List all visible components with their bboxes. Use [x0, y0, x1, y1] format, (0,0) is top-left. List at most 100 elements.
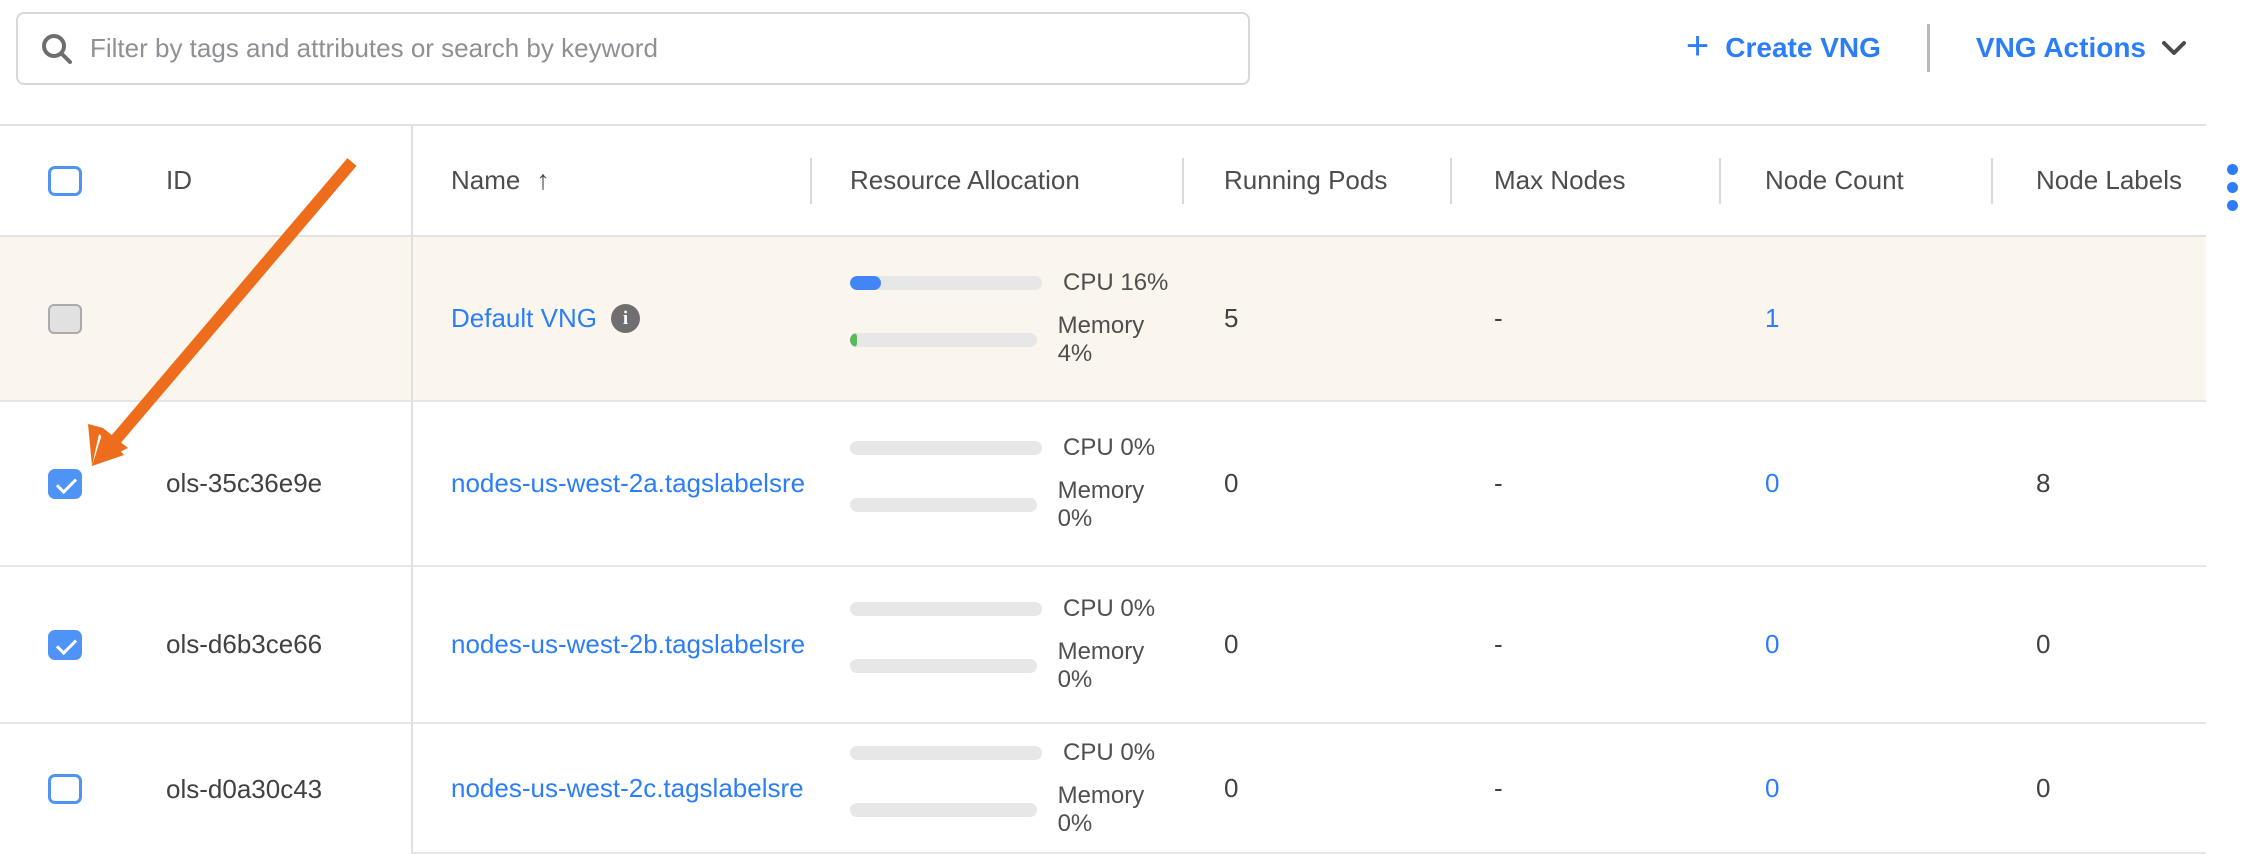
table-header-row: ID Name ↑ Resource Allocation Running Po…: [0, 124, 2258, 237]
row-checkbox[interactable]: [48, 304, 82, 334]
kebab-menu-icon[interactable]: [2227, 164, 2238, 211]
row-select-cell: [0, 402, 130, 567]
vng-id: ols-35c36e9e: [166, 468, 322, 499]
table-row: ols-d0a30c43 nodes-us-west-2c.tagslabels…: [0, 724, 2258, 854]
info-icon[interactable]: i: [611, 304, 640, 333]
row-node-count-cell: 0: [1719, 402, 1991, 567]
row-running-pods-cell: 0: [1182, 567, 1450, 724]
row-node-labels-cell: 0: [1991, 724, 2206, 854]
row-select-cell: [0, 567, 130, 724]
memory-label: Memory 0%: [1058, 477, 1182, 533]
table-row: ols-d6b3ce66 nodes-us-west-2b.tagslabels…: [0, 567, 2258, 724]
column-header-node-count[interactable]: Node Count: [1719, 124, 1991, 237]
memory-progress-bar: [850, 333, 1037, 347]
search-icon: [40, 32, 74, 66]
row-node-labels-cell: 0: [1991, 567, 2206, 724]
row-resource-cell: CPU 0% Memory 0%: [810, 402, 1182, 567]
column-header-max-nodes[interactable]: Max Nodes: [1450, 124, 1719, 237]
row-checkbox[interactable]: [48, 469, 82, 499]
vng-name-link[interactable]: nodes-us-west-2c.tagslabelsre: [451, 773, 804, 804]
select-all-cell: [0, 124, 130, 237]
row-select-cell: [0, 724, 130, 854]
memory-label: Memory 0%: [1058, 782, 1182, 838]
row-node-count-cell: 1: [1719, 237, 1991, 402]
column-header-id[interactable]: ID: [130, 124, 411, 237]
vng-id: ols-d6b3ce66: [166, 629, 322, 660]
column-header-name[interactable]: Name ↑: [411, 124, 810, 237]
running-pods-value: 0: [1224, 773, 1238, 804]
cpu-label: CPU 0%: [1063, 434, 1155, 462]
cpu-progress-bar: [850, 276, 1042, 290]
row-checkbox[interactable]: [48, 630, 82, 660]
row-select-cell: [0, 237, 130, 402]
cpu-label: CPU 0%: [1063, 595, 1155, 623]
row-id-cell: ols-d6b3ce66: [130, 567, 411, 724]
row-max-nodes-cell: -: [1450, 724, 1719, 854]
row-running-pods-cell: 0: [1182, 402, 1450, 567]
sort-ascending-icon[interactable]: ↑: [536, 165, 550, 196]
select-all-checkbox[interactable]: [48, 166, 82, 196]
memory-progress-bar: [850, 803, 1037, 817]
create-vng-button[interactable]: + Create VNG: [1686, 28, 1881, 68]
row-node-labels-cell: 8: [1991, 402, 2206, 567]
memory-label: Memory 0%: [1058, 638, 1182, 694]
node-count-link[interactable]: 1: [1765, 303, 1779, 334]
toolbar-divider: [1927, 24, 1930, 72]
row-kebab-spacer: [2206, 567, 2258, 724]
max-nodes-value: -: [1494, 303, 1503, 334]
search-box[interactable]: [16, 12, 1250, 85]
row-kebab-spacer: [2206, 237, 2258, 402]
row-id-cell: ols-35c36e9e: [130, 402, 411, 567]
row-kebab-spacer: [2206, 724, 2258, 854]
memory-label: Memory 4%: [1058, 312, 1182, 368]
row-node-labels-cell: [1991, 237, 2206, 402]
max-nodes-value: -: [1494, 468, 1503, 499]
max-nodes-value: -: [1494, 629, 1503, 660]
row-resource-cell: CPU 0% Memory 0%: [810, 567, 1182, 724]
row-max-nodes-cell: -: [1450, 402, 1719, 567]
node-count-link[interactable]: 0: [1765, 773, 1779, 804]
table-row: ols-35c36e9e nodes-us-west-2a.tagslabels…: [0, 402, 2258, 567]
cpu-label: CPU 0%: [1063, 739, 1155, 767]
vng-table: ID Name ↑ Resource Allocation Running Po…: [0, 124, 2258, 854]
search-input[interactable]: [90, 33, 1248, 64]
column-header-running-pods[interactable]: Running Pods: [1182, 124, 1450, 237]
node-labels-value: 0: [2036, 773, 2050, 804]
max-nodes-value: -: [1494, 773, 1503, 804]
vng-name-link[interactable]: Default VNG: [451, 303, 597, 334]
vng-name-link[interactable]: nodes-us-west-2a.tagslabelsre: [451, 468, 805, 499]
table-row: Default VNG i CPU 16% Memory 4% 5 - 1: [0, 237, 2258, 402]
vng-name-link[interactable]: nodes-us-west-2b.tagslabelsre: [451, 629, 805, 660]
row-name-cell: nodes-us-west-2a.tagslabelsre: [411, 402, 810, 567]
column-options-cell: [2206, 124, 2258, 237]
node-count-link[interactable]: 0: [1765, 629, 1779, 660]
chevron-down-icon: [2162, 41, 2186, 56]
row-id-cell: [130, 237, 411, 402]
running-pods-value: 5: [1224, 303, 1238, 334]
row-id-cell: ols-d0a30c43: [130, 724, 411, 854]
row-max-nodes-cell: -: [1450, 237, 1719, 402]
row-running-pods-cell: 0: [1182, 724, 1450, 854]
row-max-nodes-cell: -: [1450, 567, 1719, 724]
row-checkbox[interactable]: [48, 774, 82, 804]
vng-id: ols-d0a30c43: [166, 774, 322, 805]
running-pods-value: 0: [1224, 468, 1238, 499]
vng-actions-button[interactable]: VNG Actions: [1976, 32, 2186, 64]
row-kebab-spacer: [2206, 402, 2258, 567]
plus-icon: +: [1686, 26, 1709, 66]
running-pods-value: 0: [1224, 629, 1238, 660]
row-name-cell: nodes-us-west-2b.tagslabelsre: [411, 567, 810, 724]
node-labels-value: 0: [2036, 629, 2050, 660]
create-vng-label: Create VNG: [1725, 32, 1881, 64]
toolbar: + Create VNG VNG Actions: [0, 0, 2258, 124]
node-count-link[interactable]: 0: [1765, 468, 1779, 499]
row-node-count-cell: 0: [1719, 724, 1991, 854]
row-node-count-cell: 0: [1719, 567, 1991, 724]
cpu-progress-bar: [850, 602, 1042, 616]
row-resource-cell: CPU 0% Memory 0%: [810, 724, 1182, 854]
node-labels-value: 8: [2036, 468, 2050, 499]
row-name-cell: nodes-us-west-2c.tagslabelsre: [411, 724, 810, 854]
column-header-resource-allocation[interactable]: Resource Allocation: [810, 124, 1182, 237]
row-name-cell: Default VNG i: [411, 237, 810, 402]
column-header-node-labels[interactable]: Node Labels: [1991, 124, 2206, 237]
